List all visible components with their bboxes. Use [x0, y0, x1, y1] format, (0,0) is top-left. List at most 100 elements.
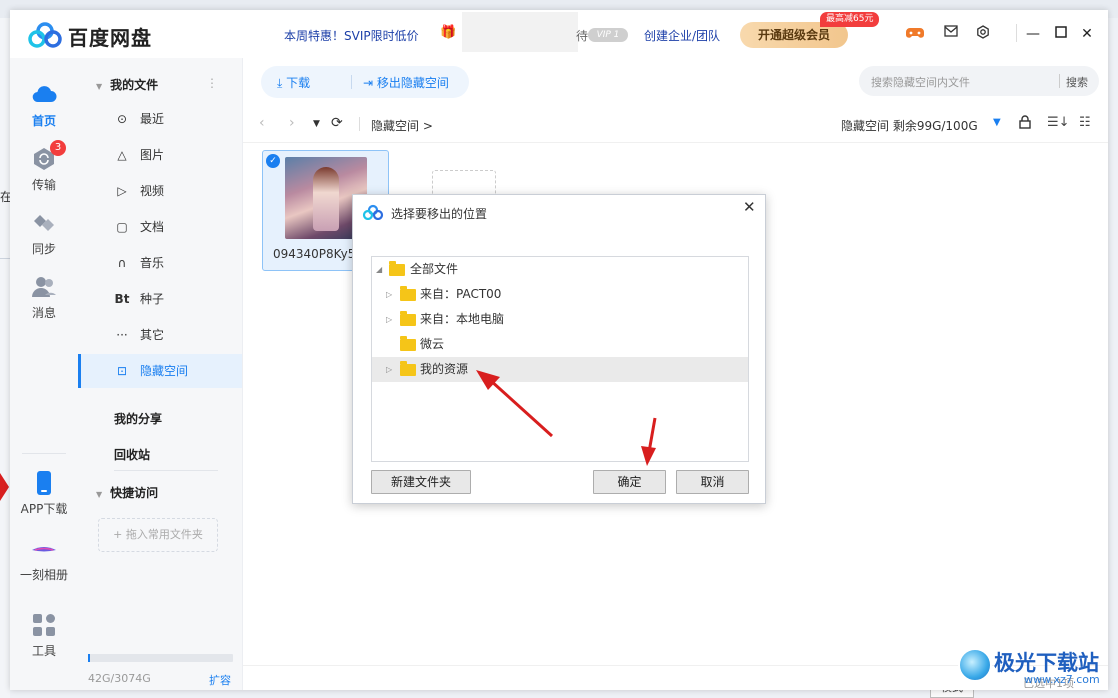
- file-toolbar: ⤓ 下载 ⇥ 移出隐藏空间: [261, 66, 469, 98]
- confirm-button[interactable]: 确定: [593, 470, 666, 494]
- collapsed-triangle-icon[interactable]: ▷: [386, 357, 392, 382]
- new-folder-button[interactable]: 新建文件夹: [371, 470, 471, 494]
- search-button[interactable]: 搜索: [1066, 74, 1088, 90]
- nav-item-sync[interactable]: 同步: [10, 210, 78, 257]
- nav-item-home[interactable]: 首页: [10, 82, 78, 129]
- baidu-netdisk-logo-icon: [28, 22, 62, 48]
- vip-level-badge[interactable]: VIP 1: [588, 28, 628, 42]
- folder-icon: [400, 311, 416, 326]
- lock-icon[interactable]: [1019, 115, 1031, 133]
- breadcrumb-divider: [359, 117, 360, 131]
- history-dropdown-icon[interactable]: ▼: [313, 119, 320, 129]
- title-bar: 百度网盘 本周特惠！SVIP限时低价 🎁 待 VIP 1 创建企业/团队 开通超…: [10, 10, 1108, 58]
- folder-icon: [400, 336, 416, 351]
- refresh-icon[interactable]: ⟳: [331, 115, 343, 131]
- cancel-button[interactable]: 取消: [676, 470, 749, 494]
- my-files-header[interactable]: ▼ 我的文件: [96, 76, 158, 93]
- folder-tree: ◢ 全部文件 ▷ 来自：PACT00 ▷ 来自：本地电脑 微云 ▷ 我的资源: [371, 256, 749, 462]
- breadcrumb[interactable]: 隐藏空间 >: [371, 117, 433, 134]
- toolbar-separator: [243, 142, 1108, 143]
- nav-label-message: 消息: [31, 306, 56, 320]
- collapsed-triangle-icon[interactable]: ▷: [386, 307, 392, 332]
- create-enterprise-link[interactable]: 创建企业/团队: [644, 27, 720, 44]
- minimize-icon[interactable]: —: [1022, 23, 1044, 45]
- move-out-label: 移出隐藏空间: [376, 76, 449, 90]
- lock-icon: ⊡: [116, 364, 128, 378]
- mail-icon[interactable]: [942, 25, 960, 43]
- tree-node-label: 来自：本地电脑: [420, 312, 505, 326]
- tools-icon: [33, 614, 55, 636]
- quota-dropdown-icon[interactable]: ▼: [993, 117, 1001, 128]
- sidebar-item-hidden-space[interactable]: ⊡ 隐藏空间: [78, 354, 242, 388]
- tree-node-weiyun[interactable]: 微云: [372, 332, 748, 357]
- nav-item-app-download[interactable]: APP下载: [10, 470, 78, 517]
- game-icon[interactable]: [906, 25, 924, 43]
- sidebar-item-recent[interactable]: ⊙ 最近: [78, 102, 242, 136]
- back-chevron-icon[interactable]: ‹: [259, 115, 265, 131]
- more-vertical-icon[interactable]: ⋮: [206, 76, 218, 90]
- close-icon[interactable]: ✕: [1076, 23, 1098, 45]
- svip-discount-tag: 最高减65元: [820, 12, 880, 27]
- nav-label-home: 首页: [31, 114, 56, 128]
- hidden-space-quota: 隐藏空间 剩余99G/100G: [841, 119, 978, 133]
- selected-check-icon[interactable]: ✓: [266, 154, 280, 168]
- message-icon: [32, 277, 56, 297]
- sidebar-divider: [114, 470, 218, 471]
- collapsed-triangle-icon[interactable]: ▷: [386, 282, 392, 307]
- tree-node-pact00[interactable]: ▷ 来自：PACT00: [372, 282, 748, 307]
- nav-item-album[interactable]: 一刻相册: [10, 536, 78, 583]
- move-out-icon: ⇥: [363, 76, 377, 90]
- search-input[interactable]: 搜索隐藏空间内文件: [871, 74, 970, 90]
- storage-usage-text: 42G/3074G: [88, 672, 151, 685]
- tree-node-label: 来自：PACT00: [420, 287, 502, 301]
- toolbar-divider: [351, 75, 352, 89]
- maximize-icon[interactable]: [1050, 23, 1072, 45]
- nav-item-message[interactable]: 消息: [10, 274, 78, 321]
- sidebar-item-videos[interactable]: ▷ 视频: [78, 174, 242, 208]
- move-out-hidden-button[interactable]: ⇥ 移出隐藏空间: [363, 74, 449, 91]
- sidebar-item-label: 其它: [140, 328, 165, 342]
- my-share-link[interactable]: 我的分享: [114, 410, 162, 427]
- forward-chevron-icon[interactable]: ›: [289, 115, 295, 131]
- album-icon: [32, 547, 56, 552]
- collapse-triangle-icon: ▼: [96, 490, 103, 499]
- sidebar-item-documents[interactable]: ▢ 文档: [78, 210, 242, 244]
- quick-access-header[interactable]: ▼ 快捷访问: [96, 484, 158, 501]
- collapse-triangle-icon: ▼: [96, 82, 103, 91]
- ellipsis-icon: ···: [116, 328, 128, 342]
- nav-label-app-download: APP下载: [20, 502, 68, 516]
- add-quick-folder-dropzone[interactable]: + 拖入常用文件夹: [98, 518, 218, 552]
- sidebar-item-images[interactable]: △ 图片: [78, 138, 242, 172]
- sidebar-item-torrents[interactable]: Bt 种子: [78, 282, 242, 316]
- quick-access-label: 快捷访问: [110, 486, 159, 500]
- my-files-label: 我的文件: [110, 78, 159, 92]
- list-view-icon[interactable]: ☷: [1079, 115, 1091, 130]
- tree-node-my-resources[interactable]: ▷ 我的资源: [372, 357, 748, 382]
- hidden-space-search[interactable]: 搜索隐藏空间内文件 搜索: [859, 66, 1099, 96]
- move-out-location-dialog: 选择要移出的位置 ✕ ◢ 全部文件 ▷ 来自：PACT00 ▷ 来自：本地电脑 …: [352, 194, 766, 504]
- sidebar-item-other[interactable]: ··· 其它: [78, 318, 242, 352]
- tree-node-local-pc[interactable]: ▷ 来自：本地电脑: [372, 307, 748, 332]
- gift-icon[interactable]: 🎁: [440, 25, 456, 40]
- titlebar-divider: [1016, 24, 1017, 42]
- recycle-bin-link[interactable]: 回收站: [114, 446, 150, 463]
- dialog-close-icon[interactable]: ✕: [743, 198, 756, 216]
- sort-icon[interactable]: ☰↓: [1047, 115, 1070, 130]
- watermark-url: www.xz7.com: [1024, 673, 1100, 686]
- tree-node-all-files[interactable]: ◢ 全部文件: [372, 257, 748, 282]
- download-button[interactable]: ⤓ 下载: [277, 74, 310, 91]
- nav-label-album: 一刻相册: [19, 568, 68, 582]
- promo-link[interactable]: 本周特惠！SVIP限时低价: [284, 27, 419, 44]
- settings-gear-icon[interactable]: [974, 25, 992, 43]
- background-divider: [0, 258, 10, 259]
- clock-icon: ⊙: [116, 112, 128, 126]
- folder-icon: [389, 261, 405, 276]
- expanded-triangle-icon[interactable]: ◢: [376, 257, 382, 282]
- sidebar-item-label: 图片: [140, 148, 165, 162]
- folder-icon: [400, 361, 416, 376]
- nav-item-transfer[interactable]: 3 传输: [10, 140, 78, 193]
- nav-item-tools[interactable]: 工具: [10, 612, 78, 659]
- site-watermark: 极光下载站 www.xz7.com: [958, 644, 1108, 694]
- sidebar-item-music[interactable]: ∩ 音乐: [78, 246, 242, 280]
- expand-storage-link[interactable]: 扩容: [209, 672, 231, 688]
